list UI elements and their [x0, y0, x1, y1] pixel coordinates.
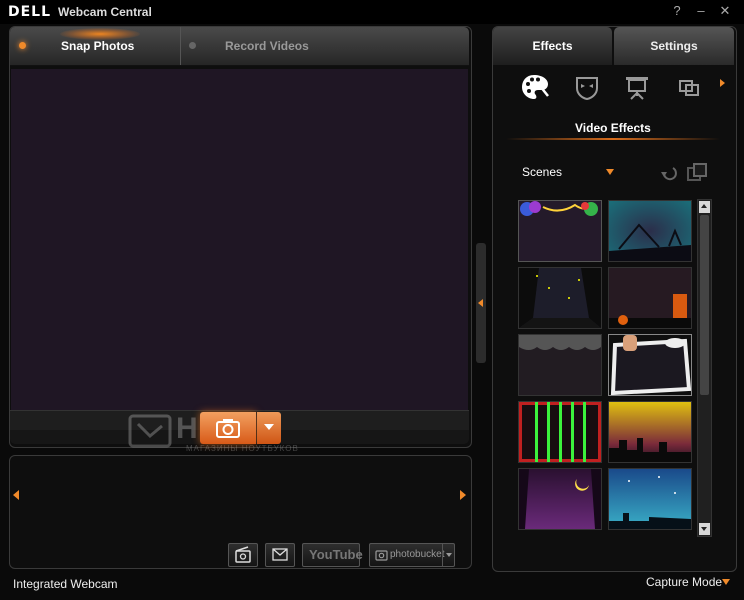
scrollbar-thumb[interactable]	[700, 215, 709, 395]
minimize-button[interactable]: –	[692, 3, 710, 19]
chevron-down-icon[interactable]	[606, 169, 614, 175]
watermark-icon	[128, 414, 172, 448]
capture-mode-button[interactable]: Capture Mode	[646, 575, 722, 589]
city-sunset-scene-icon	[609, 438, 691, 462]
envelope-icon	[272, 548, 288, 561]
layers-icon[interactable]	[686, 162, 708, 184]
effects-category-bar	[512, 72, 722, 108]
chevron-down-icon	[701, 527, 707, 531]
scene-thumbnail-green-bars[interactable]	[518, 401, 602, 463]
tab-record-videos-label: Record Videos	[225, 39, 309, 53]
tab-effects[interactable]: Effects	[493, 27, 612, 65]
youtube-upload-button[interactable]: YouTube	[302, 543, 363, 567]
dell-logo: DELL	[8, 4, 52, 20]
pumpkins-scene-icon	[609, 294, 691, 328]
scene-thumbnail-photo-frame[interactable]	[608, 334, 692, 396]
photo-frame-scene-icon	[610, 335, 691, 395]
bridge-scene-icon	[609, 223, 691, 261]
window-title: Webcam Central	[58, 5, 152, 19]
snap-photo-button[interactable]	[200, 412, 256, 444]
youtube-logo: YouTube	[309, 547, 363, 562]
strip-prev-arrow[interactable]	[13, 490, 19, 500]
scene-thumbnail-clouds[interactable]	[518, 334, 602, 396]
side-tabs: Effects Settings	[493, 27, 734, 65]
collapse-arrow-icon	[478, 299, 483, 307]
chevron-down-icon	[446, 553, 452, 557]
scenes-grid	[518, 200, 694, 536]
scroll-down-button[interactable]	[699, 523, 710, 535]
frames-icon	[679, 80, 699, 96]
undo-icon[interactable]	[660, 164, 678, 182]
panel-collapse-handle[interactable]	[476, 243, 486, 363]
frames-button[interactable]	[674, 72, 704, 104]
watermark-subtext: МАГАЗИНЫ НОУТБУКОВ	[186, 444, 299, 453]
section-underline	[506, 138, 720, 140]
device-name: Integrated Webcam	[13, 577, 118, 591]
divider	[442, 544, 443, 566]
scene-thumbnail-moon-stage[interactable]	[518, 468, 602, 530]
photobucket-upload-button[interactable]: photobucket	[369, 543, 455, 567]
scene-thumbnail-city-sunset[interactable]	[608, 401, 692, 463]
chevron-up-icon	[701, 204, 707, 208]
presentation-icon	[626, 77, 648, 100]
night-sky-scene-icon	[519, 268, 601, 328]
scenes-dropdown[interactable]: Scenes	[522, 165, 562, 179]
starry-city-scene-icon	[609, 476, 691, 529]
balloons-scene-icon	[520, 201, 598, 216]
section-title: Video Effects	[575, 121, 651, 135]
scene-thumbnail-starry-city[interactable]	[608, 468, 692, 530]
active-dot-icon	[19, 42, 26, 49]
palette-effects-icon	[522, 75, 549, 99]
scenes-scrollbar[interactable]	[697, 199, 712, 537]
email-button[interactable]	[265, 543, 295, 567]
scroll-up-button[interactable]	[699, 201, 710, 213]
photobucket-logo: photobucket	[390, 549, 445, 560]
tab-record-videos[interactable]: Record Videos	[181, 27, 469, 65]
strip-next-arrow[interactable]	[460, 490, 466, 500]
scene-thumbnail-bridge[interactable]	[608, 200, 692, 262]
presentation-button[interactable]	[622, 72, 652, 104]
video-effects-button[interactable]	[520, 72, 550, 104]
slideshow-button[interactable]	[228, 543, 258, 567]
moon-stage-scene-icon	[519, 469, 601, 529]
chevron-right-icon[interactable]	[720, 79, 725, 87]
scene-thumbnail-pumpkins[interactable]	[608, 267, 692, 329]
scene-thumbnail-night-sky[interactable]	[518, 267, 602, 329]
film-reel-icon	[235, 546, 251, 563]
capture-mode-arrow-icon[interactable]	[722, 579, 730, 585]
mask-avatar-icon	[576, 77, 598, 101]
clouds-scene-icon	[519, 335, 601, 350]
avatar-button[interactable]	[572, 72, 602, 104]
photobucket-camera-icon	[375, 550, 388, 561]
capture-options-dropdown[interactable]	[257, 412, 281, 444]
inactive-dot-icon	[189, 42, 196, 49]
camera-icon	[216, 419, 240, 438]
tab-glow	[60, 28, 140, 40]
green-bars-scene-icon	[519, 402, 601, 462]
tab-settings[interactable]: Settings	[614, 27, 734, 65]
camera-preview	[11, 69, 468, 410]
scene-thumbnail-balloons[interactable]	[518, 200, 602, 262]
close-button[interactable]: ✕	[716, 3, 734, 19]
help-button[interactable]: ?	[668, 3, 686, 19]
chevron-down-icon	[264, 424, 274, 430]
